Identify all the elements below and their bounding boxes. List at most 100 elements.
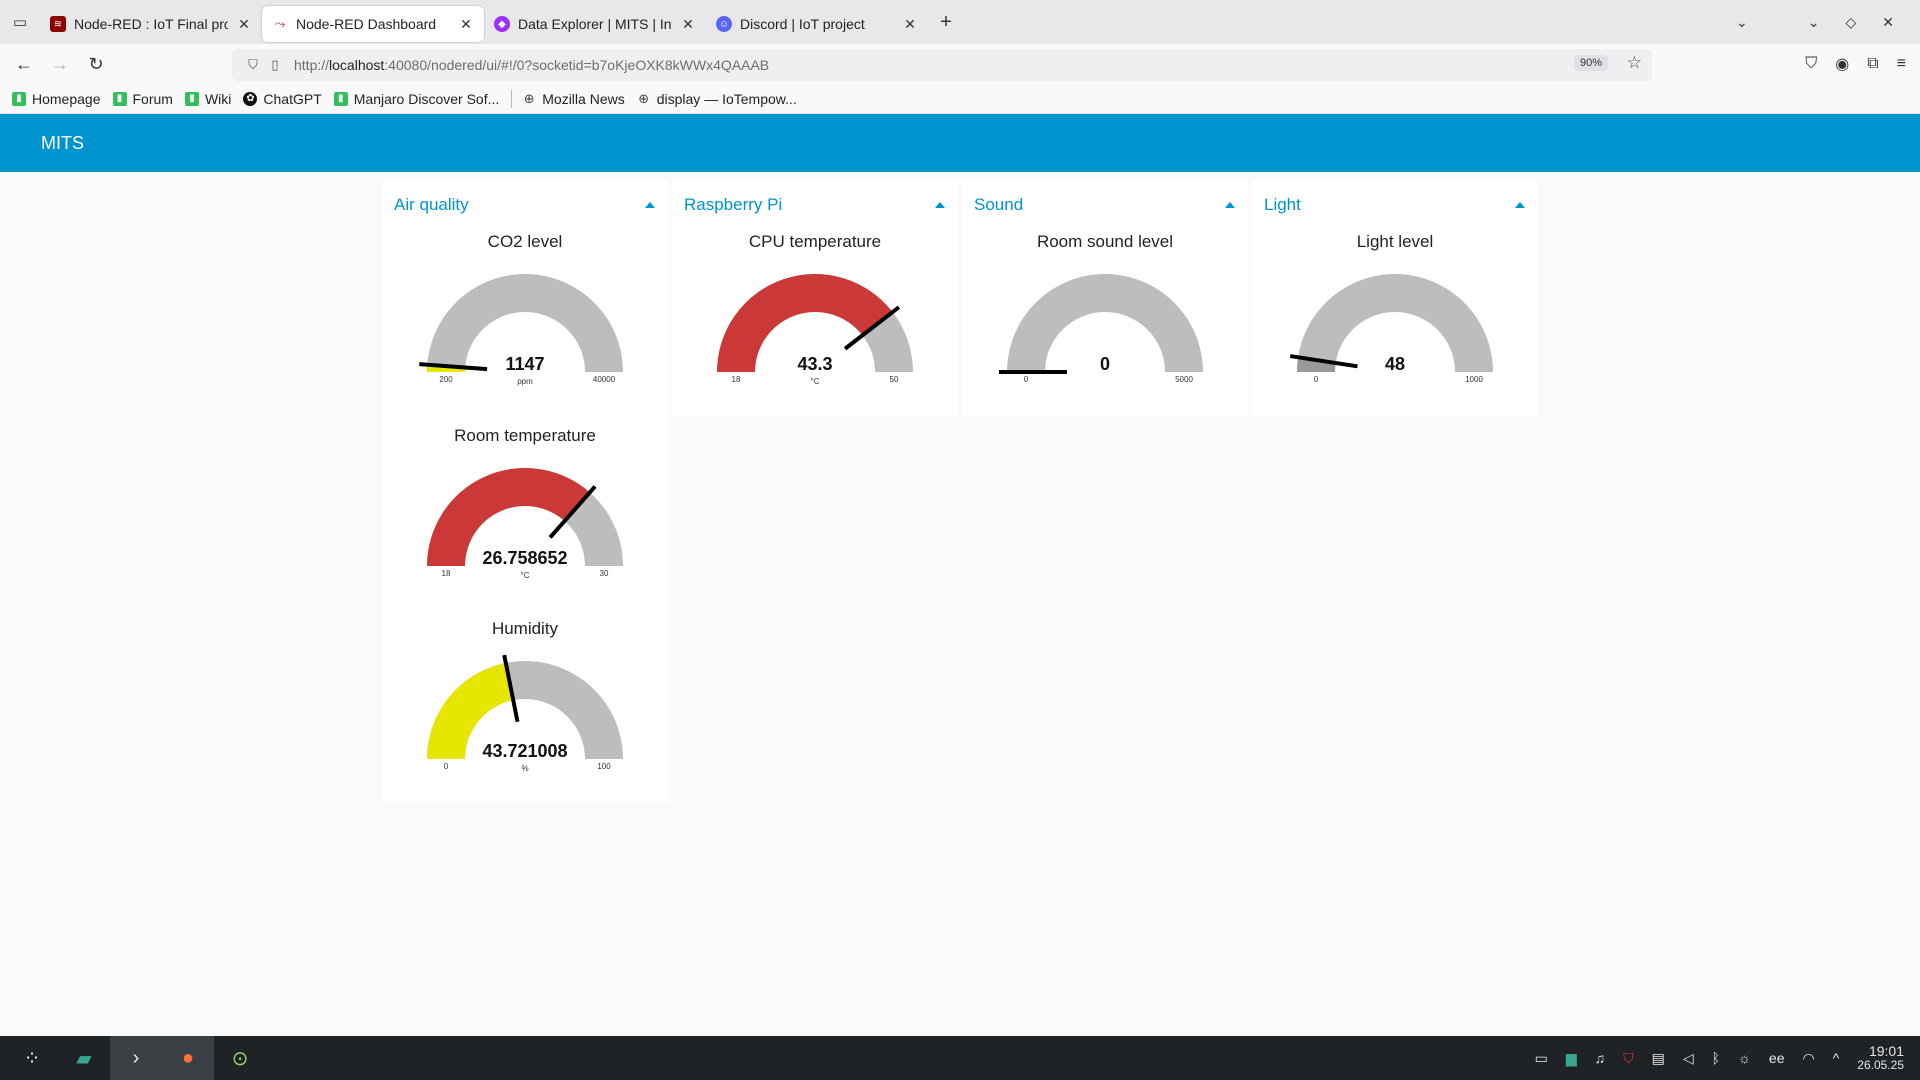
gauge-unit: °C xyxy=(521,571,530,580)
group-header[interactable]: Air quality xyxy=(382,180,668,230)
gauge-min-label: 0 xyxy=(444,762,449,771)
group-header[interactable]: Raspberry Pi xyxy=(672,180,958,230)
close-tab-icon[interactable]: ✕ xyxy=(680,16,696,33)
gauge-title: CO2 level xyxy=(487,232,563,251)
group-header[interactable]: Sound xyxy=(962,180,1248,230)
gauge-light-level: Light level 48 0 1000 xyxy=(1252,232,1538,422)
collapse-caret-icon[interactable] xyxy=(935,202,945,208)
tab-title: Data Explorer | MITS | Infl xyxy=(518,16,672,32)
gauge-room-temperature: Room temperature 26.758652 °C 18 30 xyxy=(382,426,668,616)
bookmark-display-iotempower[interactable]: ⊕ display — IoTempow... xyxy=(637,91,797,107)
gauge-value: 48 xyxy=(1385,354,1405,374)
bookmark-chatgpt[interactable]: ✿ ChatGPT xyxy=(243,91,322,107)
update-manager-icon[interactable]: ⊙ xyxy=(214,1036,266,1080)
notifications-icon[interactable]: ♫ xyxy=(1595,1050,1606,1066)
gauge-max-label: 40000 xyxy=(593,375,616,384)
group-air-quality: Air quality CO2 level 1147 ppm 200 40000 Roo… xyxy=(382,180,668,802)
group-title: Raspberry Pi xyxy=(684,195,783,214)
wifi-icon[interactable]: ◠ xyxy=(1802,1050,1814,1067)
menu-icon[interactable]: ≡ xyxy=(1897,55,1906,73)
page-info-icon[interactable]: ▯ xyxy=(264,57,286,73)
gauge-title: Room sound level xyxy=(1036,232,1174,251)
gauge-title: Humidity xyxy=(491,619,559,638)
manjaro-icon: ▮ xyxy=(12,91,26,106)
address-bar[interactable]: ⛉ ▯ http://localhost:40080/nodered/ui/#!… xyxy=(232,49,1652,81)
terminal-icon[interactable]: › xyxy=(110,1036,162,1080)
bookmark-wiki[interactable]: ▮ Wiki xyxy=(184,91,231,107)
close-window-icon[interactable]: ✕ xyxy=(1882,14,1894,31)
close-tab-icon[interactable]: ✕ xyxy=(902,16,918,33)
browser-tab-active[interactable]: ⤳ Node-RED Dashboard ✕ xyxy=(262,6,484,42)
url-text[interactable]: http://localhost:40080/nodered/ui/#!/0?s… xyxy=(294,57,769,73)
group-title: Air quality xyxy=(394,195,469,214)
node-red-dashboard-icon: ⤳ xyxy=(272,16,288,32)
close-tab-icon[interactable]: ✕ xyxy=(236,16,252,33)
bookmark-star-icon[interactable]: ☆ xyxy=(1627,53,1642,73)
manjaro-icon: ▮ xyxy=(184,91,199,106)
gauge-min-label: 18 xyxy=(732,375,741,384)
tray-expand-icon[interactable]: ^ xyxy=(1833,1050,1840,1066)
browser-tab[interactable]: ≋ Node-RED : IoT Final project ✕ xyxy=(40,6,262,42)
bookmark-homepage[interactable]: ▮ Homepage xyxy=(12,91,101,107)
forward-icon[interactable]: → xyxy=(42,46,78,82)
bookmark-manjaro-discover[interactable]: ▮ Manjaro Discover Sof... xyxy=(333,91,499,107)
chatgpt-icon: ✿ xyxy=(243,91,258,106)
list-all-tabs-icon[interactable]: ⌄ xyxy=(1736,14,1748,31)
collapse-caret-icon[interactable] xyxy=(645,202,655,208)
browser-tab[interactable]: ☺ Discord | IoT project ✕ xyxy=(706,6,928,42)
pocket-icon[interactable]: ⛉ xyxy=(1805,55,1817,73)
show-desktop-icon[interactable]: ▭ xyxy=(1535,1050,1548,1067)
extensions-icon[interactable]: ⧉ xyxy=(1867,55,1878,73)
manjaro-icon: ▮ xyxy=(333,91,348,106)
group-title: Light xyxy=(1264,195,1301,214)
file-manager-icon[interactable]: ▰ xyxy=(58,1036,110,1080)
tab-title: Node-RED Dashboard xyxy=(296,16,437,32)
gauge-humidity: Humidity 43.721008% 0 100 xyxy=(382,619,668,809)
reload-icon[interactable]: ↻ xyxy=(78,46,114,82)
bluetooth-icon[interactable]: ᛒ xyxy=(1712,1050,1720,1066)
group-header[interactable]: Light xyxy=(1252,180,1538,230)
workspace-pager-icon[interactable]: ▆ xyxy=(1566,1050,1577,1067)
tab-list-icon[interactable]: ▭ xyxy=(0,0,40,44)
gauge-max-label: 100 xyxy=(597,762,611,771)
bookmark-forum[interactable]: ▮ Forum xyxy=(112,91,173,107)
close-tab-icon[interactable]: ✕ xyxy=(458,16,474,33)
system-tray: ▭ ▆ ♫ ⛉ ▤ ◁ ᛒ ☼ ee ◠ ^ 19:01 26.05.25 xyxy=(1535,1036,1920,1080)
gauge-value: 0 xyxy=(1100,354,1110,374)
clipboard-icon[interactable]: ▤ xyxy=(1652,1050,1665,1067)
browser-tab[interactable]: ◆ Data Explorer | MITS | Infl ✕ xyxy=(484,6,706,42)
globe-icon: ⊕ xyxy=(638,90,650,106)
collapse-caret-icon[interactable] xyxy=(1515,202,1525,208)
dashboard-title-bar: MITS xyxy=(0,114,1920,172)
volume-muted-icon[interactable]: ◁ xyxy=(1683,1050,1694,1067)
gauge-min-label: 200 xyxy=(439,375,453,384)
keyboard-layout-indicator[interactable]: ee xyxy=(1769,1050,1785,1066)
gauge-svg: 43.721008% 0 100 xyxy=(427,654,623,773)
influxdb-icon: ◆ xyxy=(494,16,510,32)
gauge-unit: % xyxy=(521,764,528,773)
clock-date: 26.05.25 xyxy=(1857,1058,1904,1072)
new-tab-button[interactable]: + xyxy=(928,11,964,34)
bookmark-mozilla-news[interactable]: ⊕ Mozilla News xyxy=(522,91,625,107)
gauge-value: 26.758652 xyxy=(482,548,567,568)
zoom-level-badge[interactable]: 90% xyxy=(1573,55,1608,71)
gauge-svg: 26.758652 °C 18 30 xyxy=(427,468,623,580)
shield-icon[interactable]: ⛉ xyxy=(242,57,264,73)
maximize-icon[interactable]: ◇ xyxy=(1845,14,1856,31)
application-launcher-icon[interactable]: ⁘ xyxy=(6,1036,58,1080)
account-icon[interactable]: ◉ xyxy=(1835,54,1849,74)
group-title: Sound xyxy=(974,195,1024,214)
gauge-svg: 48 0 1000 xyxy=(1289,274,1493,384)
gauge-unit: ppm xyxy=(517,377,533,386)
window-controls: ⌄ ⌄ ◇ ✕ xyxy=(1736,0,1920,44)
clock[interactable]: 19:01 26.05.25 xyxy=(1857,1044,1904,1072)
collapse-caret-icon[interactable] xyxy=(1225,202,1235,208)
minimize-icon[interactable]: ⌄ xyxy=(1808,14,1820,31)
clock-time: 19:01 xyxy=(1868,1043,1904,1059)
back-icon[interactable]: ← xyxy=(6,46,42,82)
gauge-max-label: 30 xyxy=(600,569,609,578)
firefox-icon[interactable]: ● xyxy=(162,1036,214,1080)
brightness-icon[interactable]: ☼ xyxy=(1738,1050,1751,1066)
tab-title: Discord | IoT project xyxy=(740,16,865,32)
security-shield-icon[interactable]: ⛉ xyxy=(1623,1050,1634,1067)
